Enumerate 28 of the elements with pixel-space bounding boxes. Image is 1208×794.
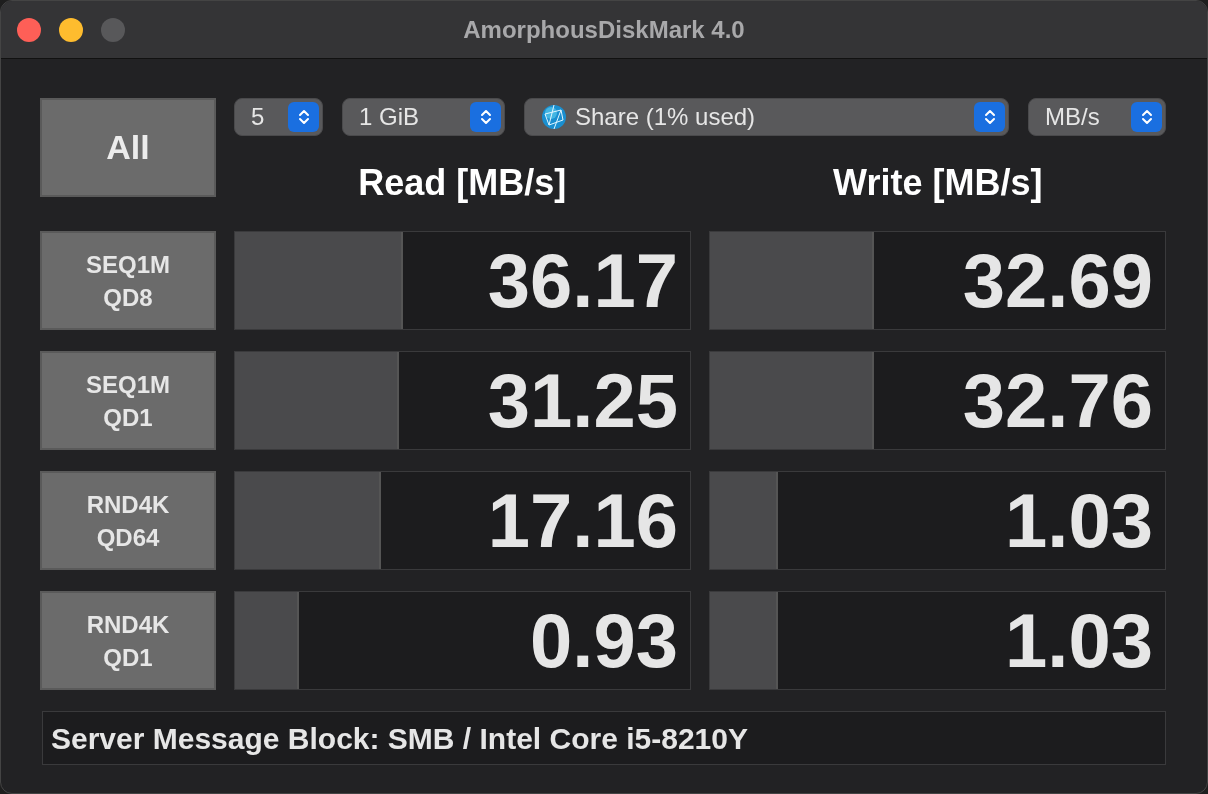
result-value: 1.03 xyxy=(1005,602,1153,679)
result-value: 1.03 xyxy=(1005,482,1153,559)
stepper-icon xyxy=(470,102,501,132)
result-value: 31.25 xyxy=(487,362,678,439)
test-button[interactable]: RND4K QD1 xyxy=(40,591,216,690)
result-value: 36.17 xyxy=(487,242,678,319)
test-button[interactable]: SEQ1M QD1 xyxy=(40,351,216,450)
test-button[interactable]: SEQ1M QD8 xyxy=(40,231,216,330)
result-value: 32.76 xyxy=(962,362,1153,439)
status-field: Server Message Block: SMB / Intel Core i5-8210Y xyxy=(42,711,1166,765)
dropdown[interactable]: 1 GiB xyxy=(342,98,505,136)
dropdown[interactable]: 5 xyxy=(234,98,323,136)
dropdown[interactable]: Share (1% used) xyxy=(524,98,1009,136)
run-all-button[interactable]: All xyxy=(40,98,216,197)
close-button[interactable] xyxy=(17,17,41,42)
column-header: Write [MB/s] xyxy=(832,161,1044,205)
stepper-icon xyxy=(974,102,1005,132)
column-header: Read [MB/s] xyxy=(357,161,568,205)
result-value: 0.93 xyxy=(530,602,678,679)
stepper-icon xyxy=(1131,102,1162,132)
dropdown[interactable]: MB/s xyxy=(1028,98,1166,136)
test-button[interactable]: RND4K QD64 xyxy=(40,471,216,570)
stepper-icon xyxy=(288,102,319,132)
result-value: 32.69 xyxy=(962,242,1153,319)
minimize-button[interactable] xyxy=(59,17,83,42)
result-value: 17.16 xyxy=(487,482,678,559)
globe-icon xyxy=(541,104,567,130)
window-title: AmorphousDiskMark 4.0 xyxy=(463,14,745,45)
